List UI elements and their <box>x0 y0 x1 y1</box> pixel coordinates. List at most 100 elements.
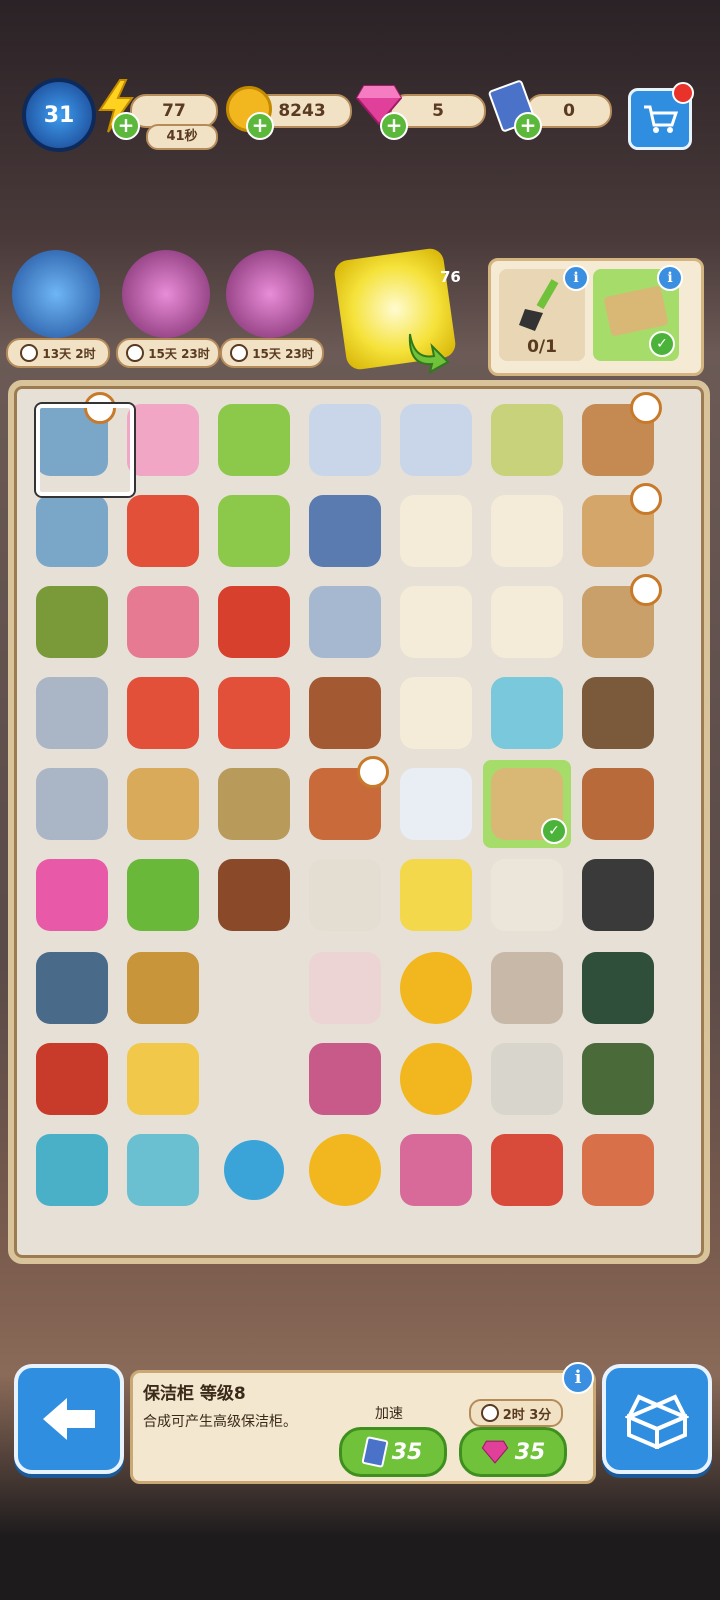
board-cell[interactable] <box>574 1035 662 1123</box>
energy-plus-button[interactable]: + <box>112 112 140 140</box>
board-cell[interactable] <box>119 669 207 757</box>
board-cell[interactable] <box>392 578 480 666</box>
board-cell[interactable] <box>210 851 298 939</box>
board-cell[interactable] <box>119 578 207 666</box>
board-cell[interactable] <box>483 396 571 484</box>
board-cell[interactable] <box>483 851 571 939</box>
quest-info-icon[interactable]: i <box>563 265 589 291</box>
cards-plus-button[interactable]: + <box>514 112 542 140</box>
board-cell[interactable] <box>574 1126 662 1214</box>
stopwatch-icon <box>630 392 662 424</box>
board-cell[interactable] <box>574 944 662 1032</box>
board-cell[interactable] <box>28 851 116 939</box>
event-pie-1[interactable]: 15天 23时 <box>116 250 220 368</box>
gem-icon <box>481 1440 508 1464</box>
small-tree-icon <box>218 495 290 567</box>
speed-up-gem-button[interactable]: 35 <box>459 1427 567 1477</box>
cracked-fountain-icon <box>309 952 381 1024</box>
board-cell[interactable] <box>301 756 389 848</box>
board-cell[interactable] <box>392 1126 480 1214</box>
board-cell[interactable] <box>210 487 298 575</box>
board-cell[interactable] <box>301 944 389 1032</box>
board-cell[interactable] <box>119 851 207 939</box>
board-cell[interactable] <box>28 578 116 666</box>
spotted-moth-icon <box>491 952 563 1024</box>
board-cell[interactable] <box>210 669 298 757</box>
ornate-shrine-icon <box>127 1043 199 1115</box>
board-cell[interactable] <box>119 944 207 1032</box>
speed-timer: 2时 3分 <box>469 1399 563 1427</box>
sprout-blue-pot-icon <box>36 1134 108 1206</box>
board-cell[interactable] <box>28 669 116 757</box>
board-cell[interactable] <box>210 396 298 484</box>
gems-plus-button[interactable]: + <box>380 112 408 140</box>
board-cell[interactable] <box>301 669 389 757</box>
board-cell[interactable] <box>483 669 571 757</box>
board-cell[interactable]: ✓ <box>483 760 571 848</box>
event-pie-2[interactable]: 15天 23时 <box>220 250 324 368</box>
board-cell[interactable] <box>210 1126 298 1214</box>
board-cell[interactable] <box>210 578 298 666</box>
gems-value: 5 <box>432 101 444 121</box>
board-cell[interactable] <box>392 851 480 939</box>
board-cell[interactable] <box>119 1035 207 1123</box>
energy-pill[interactable]: 77 <box>130 94 218 128</box>
board-cell[interactable] <box>574 760 662 848</box>
board-cell[interactable] <box>392 944 480 1032</box>
quest-info-icon[interactable]: i <box>657 265 683 291</box>
board-cell[interactable] <box>210 1035 298 1123</box>
board-cell[interactable] <box>574 669 662 757</box>
gold-coins-icon <box>400 1043 472 1115</box>
treasure-map-icon <box>603 285 669 337</box>
board-cell[interactable] <box>483 1035 571 1123</box>
board-cell[interactable] <box>301 578 389 666</box>
log-pile-icon <box>218 859 290 931</box>
pink-flower-bush-icon <box>36 859 108 931</box>
board-cell[interactable] <box>301 1035 389 1123</box>
board-cell[interactable] <box>483 578 571 666</box>
ceramic-vase-icon <box>491 1043 563 1115</box>
white-moth-icon <box>400 677 472 749</box>
coins-plus-button[interactable]: + <box>246 112 274 140</box>
white-moth-small-icon <box>491 859 563 931</box>
board-cell[interactable] <box>574 483 662 575</box>
board-cell[interactable] <box>28 1126 116 1214</box>
event-tarot[interactable]: 13天 2时 <box>6 250 110 368</box>
board-cell[interactable] <box>301 396 389 484</box>
board-cell[interactable] <box>301 851 389 939</box>
level-badge[interactable]: 31 <box>22 78 96 152</box>
board-cell[interactable] <box>392 760 480 848</box>
board-cell[interactable] <box>392 669 480 757</box>
board-cell[interactable] <box>392 1035 480 1123</box>
storage-box-button[interactable] <box>602 1364 712 1474</box>
board-cell[interactable] <box>28 944 116 1032</box>
speed-up-card-button[interactable]: 35 <box>339 1427 447 1477</box>
board-cell[interactable] <box>28 760 116 848</box>
brown-moth-icon <box>582 677 654 749</box>
berry-pie-icon <box>122 250 210 338</box>
board-cell[interactable] <box>392 396 480 484</box>
back-button[interactable] <box>14 1364 124 1474</box>
board-cell[interactable] <box>210 944 298 1032</box>
board-cell[interactable] <box>119 1126 207 1214</box>
board-cell[interactable] <box>301 1126 389 1214</box>
board-cell[interactable] <box>392 487 480 575</box>
board-cell[interactable] <box>483 944 571 1032</box>
board-cell[interactable] <box>574 574 662 666</box>
item-info-icon[interactable]: i <box>562 1362 594 1394</box>
board-cell[interactable] <box>28 487 116 575</box>
board-cell[interactable] <box>483 1126 571 1214</box>
event-timer: 15天 23时 <box>116 338 220 368</box>
board-cell[interactable] <box>301 487 389 575</box>
board-cell[interactable] <box>119 487 207 575</box>
board-cell[interactable] <box>119 760 207 848</box>
board-cell[interactable] <box>574 851 662 939</box>
board-cell[interactable] <box>483 487 571 575</box>
garden-tools-pot-icon <box>36 586 108 658</box>
stopwatch-icon <box>630 483 662 515</box>
board-cell[interactable] <box>28 1035 116 1123</box>
berry-pie-icon <box>400 1134 472 1206</box>
board-cell[interactable] <box>574 392 662 484</box>
photo-locket-icon <box>218 768 290 840</box>
board-cell[interactable] <box>210 760 298 848</box>
